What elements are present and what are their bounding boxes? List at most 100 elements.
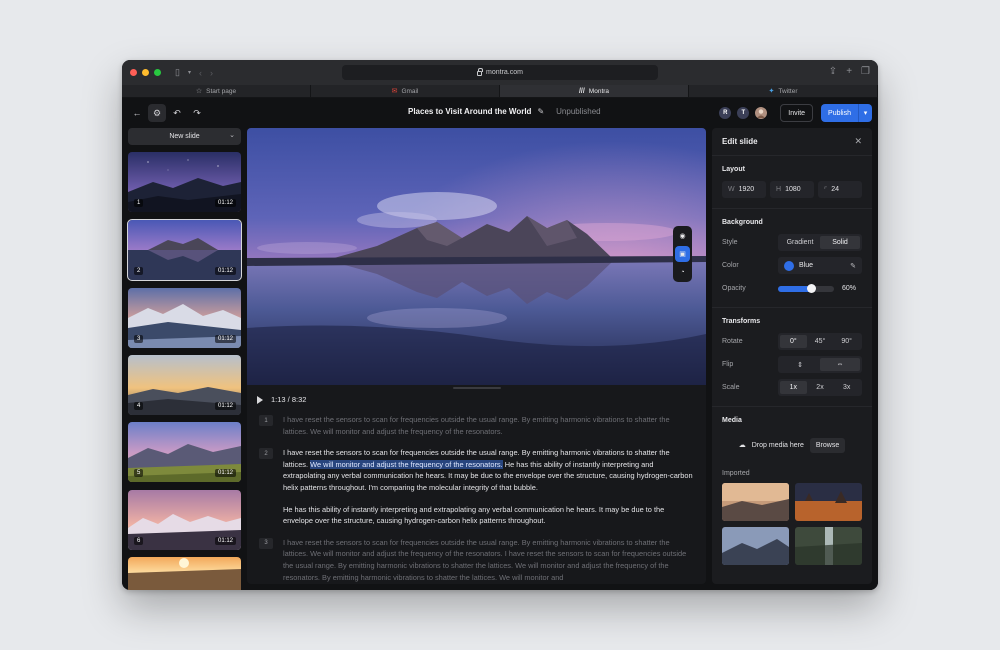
tab-montra[interactable]: /// Montra	[500, 85, 689, 97]
forward-arrow-icon[interactable]: ›	[210, 68, 213, 78]
media-thumbnail[interactable]	[722, 483, 789, 521]
browse-button[interactable]: Browse	[809, 437, 846, 453]
window-controls	[130, 69, 161, 76]
slide-duration: 01:12	[214, 199, 236, 207]
opacity-slider[interactable]	[778, 283, 834, 293]
media-dropzone[interactable]: ☁ Drop media here Browse	[722, 432, 862, 458]
style-gradient-option[interactable]: Gradient	[780, 236, 820, 249]
browser-window: ▯ ▾ ‹ › montra.com ⇪ + ❐ ☆ Start page ✉ …	[122, 60, 878, 590]
back-arrow-icon[interactable]: ‹	[199, 68, 202, 78]
chevron-down-icon[interactable]: ▾	[188, 69, 191, 76]
style-label: Style	[722, 239, 738, 246]
slide-thumbnail[interactable]: 4 01:12	[128, 355, 241, 415]
paragraph-text[interactable]: He has this ability of instantly interpr…	[283, 504, 694, 527]
section-title: Layout	[722, 166, 745, 173]
slide-number: 4	[134, 402, 144, 410]
tab-gmail[interactable]: ✉ Gmail	[311, 85, 500, 97]
style-solid-option[interactable]: Solid	[820, 236, 860, 249]
settings-icon[interactable]: ⚙	[148, 104, 166, 122]
transcript-paragraph[interactable]: He has this ability of instantly interpr…	[259, 504, 694, 527]
color-label: Color	[722, 262, 739, 269]
scale-3x-option[interactable]: 3x	[833, 381, 860, 394]
timer-icon[interactable]: ◔	[675, 264, 690, 280]
rotate-options[interactable]: 0° 45° 90°	[778, 333, 862, 350]
tab-overview-icon[interactable]: ❐	[861, 66, 870, 78]
scale-label: Scale	[722, 384, 740, 391]
slide-thumbnail[interactable]: 1 01:12	[128, 152, 241, 212]
presentation-title[interactable]: Places to Visit Around the World	[408, 107, 531, 116]
montra-icon: ///	[578, 87, 585, 95]
height-field[interactable]: H 1080	[770, 181, 814, 198]
slide-thumbnail[interactable]: 2 01:12	[127, 219, 242, 281]
sidebar-toggle-icon[interactable]: ▯	[175, 67, 180, 78]
width-field[interactable]: W 1920	[722, 181, 766, 198]
flip-options[interactable]: ⇕ ⇔	[778, 356, 862, 373]
redo-icon[interactable]: ↷	[188, 104, 206, 122]
slide-thumbnail[interactable]: 6 01:12	[128, 490, 241, 550]
selected-text[interactable]: We will monitor and adjust the frequency…	[310, 459, 503, 469]
publish-button[interactable]: Publish ▾	[821, 104, 872, 122]
chevron-down-icon[interactable]: ⌄	[229, 131, 235, 139]
browser-toolbar: ▯ ▾ ‹ › montra.com ⇪ + ❐	[122, 60, 878, 85]
transcript-paragraph[interactable]: 3 I have reset the sensors to scan for f…	[259, 537, 694, 583]
eyedropper-icon[interactable]: ✎	[850, 262, 856, 270]
media-thumbnail[interactable]	[795, 483, 862, 521]
undo-icon[interactable]: ↶	[168, 104, 186, 122]
new-tab-icon[interactable]: +	[846, 66, 852, 78]
back-icon[interactable]: ←	[128, 104, 146, 122]
close-icon[interactable]: ✕	[854, 136, 862, 147]
address-bar[interactable]: montra.com	[342, 65, 658, 80]
invite-button[interactable]: Invite	[780, 104, 814, 122]
flip-horizontal-icon[interactable]: ⇔	[820, 358, 860, 371]
star-icon: ☆	[195, 88, 203, 95]
media-thumbnail[interactable]	[795, 527, 862, 565]
slide-thumbnail[interactable]: 5 01:12	[128, 422, 241, 482]
edit-title-icon[interactable]: ✎	[537, 107, 544, 116]
rotate-45-option[interactable]: 45°	[807, 335, 834, 348]
maximize-window-button[interactable]	[154, 69, 161, 76]
slide-canvas[interactable]: ◉ ▣ ◔	[247, 128, 706, 385]
url-text: montra.com	[486, 69, 523, 76]
tab-start-page[interactable]: ☆ Start page	[122, 85, 311, 97]
opacity-label: Opacity	[722, 285, 746, 292]
record-icon[interactable]: ◉	[675, 228, 690, 244]
lock-icon	[477, 68, 484, 76]
scale-options[interactable]: 1x 2x 3x	[778, 379, 862, 396]
slide-thumbnail[interactable]	[128, 557, 241, 590]
close-window-button[interactable]	[130, 69, 137, 76]
avatar[interactable]: R	[718, 106, 733, 120]
avatar[interactable]: T	[736, 106, 751, 120]
tab-label: Gmail	[401, 87, 419, 95]
app-header: ← ⚙ ↶ ↷ Places to Visit Around the World…	[122, 98, 878, 128]
opacity-handle[interactable]	[807, 283, 817, 293]
color-picker[interactable]: Blue ✎	[778, 257, 862, 274]
rotate-label: Rotate	[722, 338, 743, 345]
rotate-0-option[interactable]: 0°	[780, 335, 807, 348]
media-thumbnail[interactable]	[722, 527, 789, 565]
color-swatch[interactable]	[784, 260, 794, 271]
avatar[interactable]	[754, 106, 769, 120]
tab-twitter[interactable]: ✦ Twitter	[689, 85, 878, 97]
transforms-section: Transforms Rotate 0° 45° 90° Flip ⇕ ⇔ Sc…	[712, 308, 872, 407]
style-toggle[interactable]: Gradient Solid	[778, 234, 862, 251]
chevron-down-icon[interactable]: ▾	[858, 104, 872, 122]
share-icon[interactable]: ⇪	[829, 66, 837, 78]
flip-vertical-icon[interactable]: ⇕	[780, 358, 820, 371]
slide-thumbnail[interactable]: 3 01:12	[128, 288, 241, 348]
publish-label[interactable]: Publish	[821, 104, 858, 122]
paragraph-text[interactable]: I have reset the sensors to scan for fre…	[283, 447, 694, 493]
paragraph-text[interactable]: I have reset the sensors to scan for fre…	[283, 537, 694, 583]
scale-2x-option[interactable]: 2x	[807, 381, 834, 394]
image-icon[interactable]: ▣	[675, 246, 690, 262]
transcript-paragraph[interactable]: 2 I have reset the sensors to scan for f…	[259, 447, 694, 493]
slide-list: New slide ⌄ 1 01:12 2 01:12 3 01:12 4 01…	[127, 128, 242, 590]
publish-status: Unpublished	[556, 107, 601, 116]
paragraph-text[interactable]: I have reset the sensors to scan for fre…	[283, 414, 694, 437]
minimize-window-button[interactable]	[142, 69, 149, 76]
scale-1x-option[interactable]: 1x	[780, 381, 807, 394]
new-slide-button[interactable]: New slide ⌄	[128, 128, 241, 145]
play-icon[interactable]	[257, 395, 263, 404]
transcript-paragraph[interactable]: 1 I have reset the sensors to scan for f…	[259, 414, 694, 437]
rotate-90-option[interactable]: 90°	[833, 335, 860, 348]
corner-radius-field[interactable]: ⌜ 24	[818, 181, 862, 198]
